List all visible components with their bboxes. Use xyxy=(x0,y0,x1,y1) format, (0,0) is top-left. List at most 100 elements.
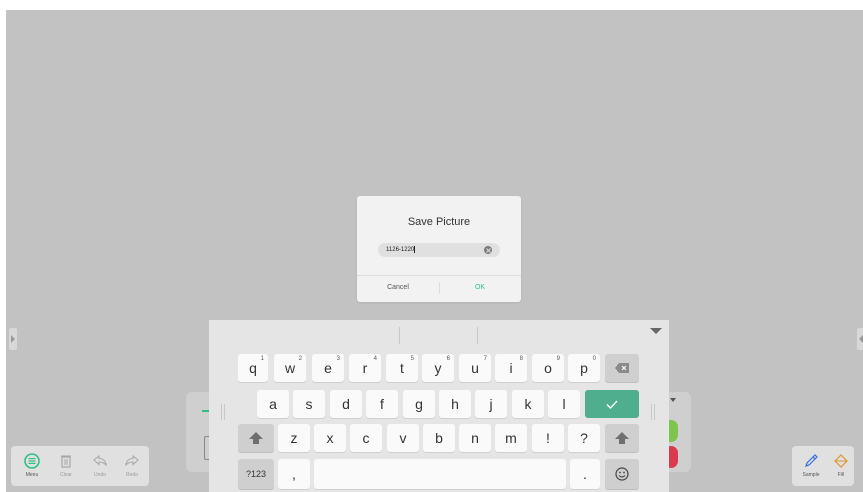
panel-dropdown-icon[interactable] xyxy=(670,398,676,402)
key-w[interactable]: w2 xyxy=(274,354,306,382)
chevron-right-icon xyxy=(11,335,15,343)
ok-button[interactable]: OK xyxy=(439,282,521,294)
key-label: e xyxy=(324,360,332,376)
key-period[interactable]: . xyxy=(570,459,600,489)
sample-button[interactable]: Sample xyxy=(798,450,824,484)
key-u[interactable]: u7 xyxy=(459,354,491,382)
filename-value: 1126-1220 xyxy=(386,247,415,254)
symbols-key[interactable]: ?123 xyxy=(238,459,274,489)
key-label: q xyxy=(249,360,257,376)
menu-button[interactable]: Menu xyxy=(19,450,45,484)
key-label: u xyxy=(471,360,479,376)
key-b[interactable]: b xyxy=(423,424,455,452)
key-z[interactable]: z xyxy=(278,424,310,452)
filename-input[interactable]: 1126-1220 xyxy=(378,243,500,257)
trash-icon xyxy=(61,455,71,468)
cancel-button[interactable]: Cancel xyxy=(357,282,439,294)
key-g[interactable]: g xyxy=(403,390,435,418)
right-drag-handle[interactable] xyxy=(651,404,657,420)
text-caret xyxy=(414,246,416,253)
emoji-icon xyxy=(615,467,629,481)
key-e[interactable]: e3 xyxy=(312,354,344,382)
key-i[interactable]: i8 xyxy=(495,354,527,382)
redo-button[interactable]: Redo xyxy=(119,450,145,484)
enter-key[interactable] xyxy=(585,390,639,418)
checkmark-icon xyxy=(606,400,618,409)
key-question[interactable]: ? xyxy=(568,424,600,452)
undo-label: Undo xyxy=(94,472,106,478)
shift-icon xyxy=(615,432,629,444)
key-label: r xyxy=(362,360,368,376)
dialog-title: Save Picture xyxy=(407,216,471,228)
key-o[interactable]: o9 xyxy=(532,354,564,382)
menu-label: Menu xyxy=(25,472,39,478)
key-x[interactable]: x xyxy=(314,424,346,452)
emoji-key[interactable] xyxy=(605,459,639,489)
chevron-left-icon xyxy=(859,335,863,343)
key-f[interactable]: f xyxy=(366,390,398,418)
right-expand-handle[interactable] xyxy=(857,328,863,350)
key-l[interactable]: l xyxy=(548,390,580,418)
key-q[interactable]: q1 xyxy=(238,354,268,382)
backspace-key[interactable] xyxy=(605,354,639,382)
left-expand-handle[interactable] xyxy=(9,328,17,350)
key-label: t xyxy=(400,360,404,376)
key-number: 0 xyxy=(592,356,596,362)
key-comma[interactable]: , xyxy=(278,459,310,489)
key-number: 2 xyxy=(298,356,302,362)
key-y[interactable]: y6 xyxy=(422,354,454,382)
key-label: y xyxy=(434,360,442,376)
key-r[interactable]: r4 xyxy=(349,354,381,382)
shift-key-right[interactable] xyxy=(605,424,639,452)
suggestion-divider xyxy=(477,327,478,344)
dialog-divider xyxy=(357,275,521,276)
key-t[interactable]: t5 xyxy=(386,354,418,382)
key-n[interactable]: n xyxy=(459,424,491,452)
bottom-left-toolbar: Menu Clear Undo Redo xyxy=(11,446,149,486)
paint-bucket-icon xyxy=(834,454,848,468)
clear-input-icon[interactable] xyxy=(484,246,492,254)
key-v[interactable]: v xyxy=(387,424,419,452)
key-number: 3 xyxy=(336,356,340,362)
key-m[interactable]: m xyxy=(495,424,527,452)
key-number: 4 xyxy=(373,356,377,362)
key-p[interactable]: p0 xyxy=(568,354,600,382)
key-number: 6 xyxy=(446,356,450,362)
menu-icon xyxy=(24,453,40,469)
space-bar[interactable] xyxy=(314,459,566,489)
shift-key-left[interactable] xyxy=(238,424,274,452)
key-j[interactable]: j xyxy=(475,390,507,418)
key-c[interactable]: c xyxy=(350,424,382,452)
save-picture-dialog: Save Picture 1126-1220 Cancel OK xyxy=(357,196,521,302)
key-number: 9 xyxy=(556,356,560,362)
key-h[interactable]: h xyxy=(439,390,471,418)
sample-label: Sample xyxy=(802,472,820,478)
redo-icon xyxy=(125,454,139,467)
clear-button[interactable]: Clear xyxy=(53,450,79,484)
undo-icon xyxy=(93,454,107,467)
key-number: 5 xyxy=(410,356,414,362)
shift-icon xyxy=(249,432,263,444)
fill-button[interactable]: Fill xyxy=(828,450,854,484)
key-a[interactable]: a xyxy=(257,390,289,418)
suggestion-divider xyxy=(399,327,400,344)
key-label: w xyxy=(284,360,296,376)
clear-label: Clear xyxy=(60,472,72,478)
on-screen-keyboard: q1 w2 e3 r4 t5 y6 u7 i8 o9 p0 a s d f g … xyxy=(209,320,669,492)
eyedropper-icon xyxy=(805,454,818,467)
key-s[interactable]: s xyxy=(293,390,325,418)
key-d[interactable]: d xyxy=(330,390,362,418)
left-drag-handle[interactable] xyxy=(221,404,227,420)
redo-label: Redo xyxy=(126,472,138,478)
key-exclamation[interactable]: ! xyxy=(532,424,564,452)
key-label: o xyxy=(544,360,552,376)
key-number: 7 xyxy=(483,356,487,362)
key-k[interactable]: k xyxy=(512,390,544,418)
backspace-icon xyxy=(615,363,629,373)
undo-button[interactable]: Undo xyxy=(87,450,113,484)
hide-keyboard-icon[interactable] xyxy=(650,328,662,335)
key-number: 1 xyxy=(260,356,264,362)
bottom-right-toolbar: Sample Fill xyxy=(792,446,854,486)
key-label: p xyxy=(580,360,588,376)
fill-label: Fill xyxy=(837,472,845,478)
